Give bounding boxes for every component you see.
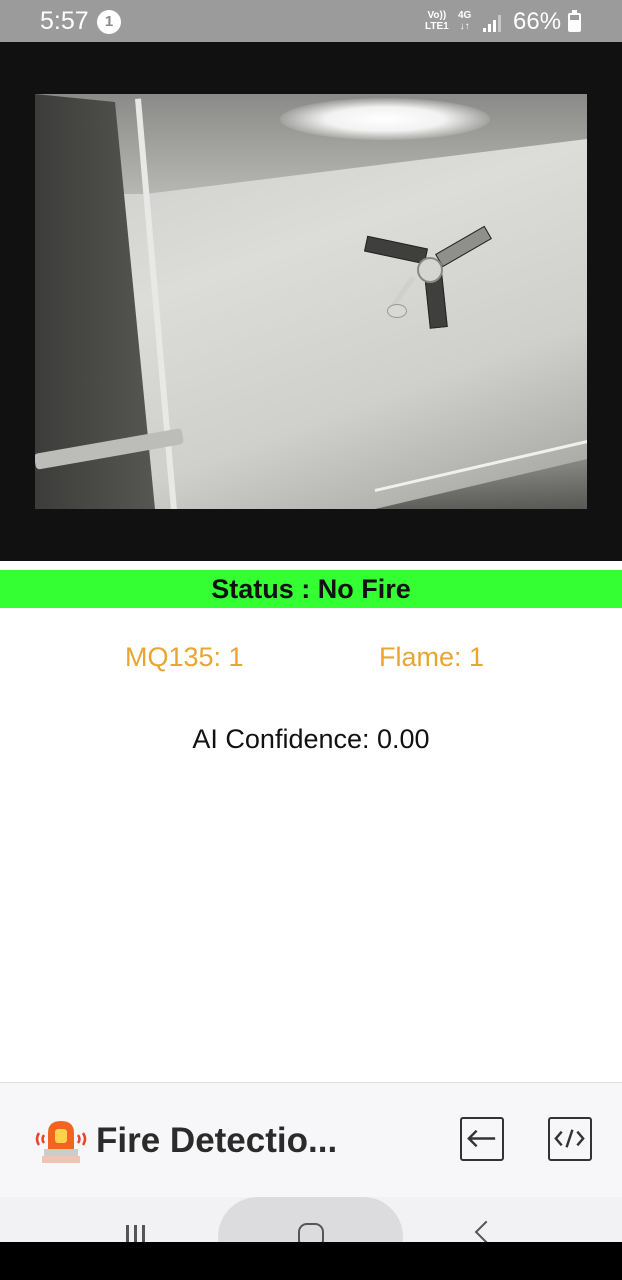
camera-container [0,42,622,561]
camera-feed-image [35,94,587,509]
recents-icon[interactable] [126,1225,152,1242]
back-icon[interactable] [474,1220,498,1242]
view-source-button[interactable] [548,1117,592,1161]
fire-status-banner: Status : No Fire [0,570,622,608]
exit-icon [467,1129,496,1148]
clock: 5:57 [40,7,89,35]
network-type-indicator: 4G ↓↑ [458,10,472,32]
siren-icon [35,1121,87,1163]
app-title: Fire Detectio... [96,1121,338,1160]
battery-percent: 66% [513,8,562,35]
signal-icon [483,14,503,32]
mq135-reading: MQ135: 1 [125,642,244,672]
exit-button[interactable] [460,1117,504,1161]
code-icon [554,1129,585,1148]
notification-count-badge: 1 [97,10,121,34]
battery-icon [568,10,581,32]
home-icon[interactable] [298,1223,324,1242]
app-bar: Fire Detectio... [0,1082,622,1198]
flame-reading: Flame: 1 [379,642,485,672]
volte-indicator: Vo)) LTE1 [425,10,449,32]
system-nav-bar [0,1197,622,1242]
battery-level [570,20,579,30]
ceiling-light [280,98,490,140]
ceiling-fan [355,224,505,344]
ai-confidence: AI Confidence: 0.00 [192,724,430,754]
status-bar: 5:57 1 Vo)) LTE1 4G ↓↑ 66% [0,0,622,42]
